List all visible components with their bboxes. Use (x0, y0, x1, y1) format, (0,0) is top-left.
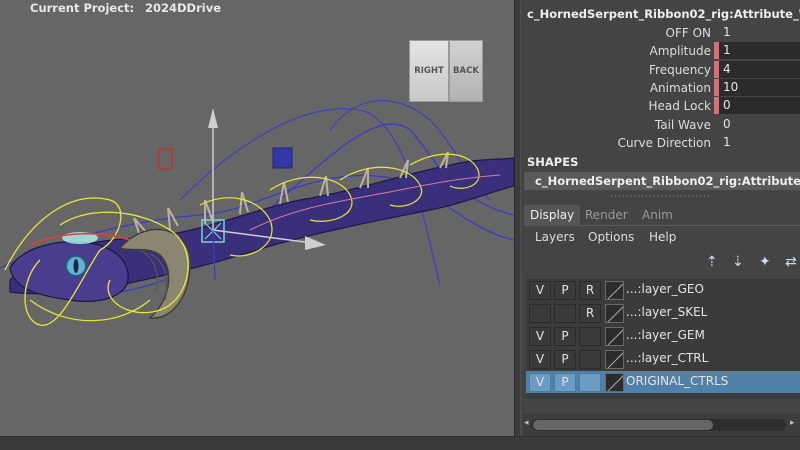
tab-display[interactable]: Display (524, 205, 581, 226)
new-layer-from-selection-icon[interactable]: ✦ (759, 254, 771, 270)
attr-value: 1 (723, 43, 731, 57)
manip-blue-handle (272, 147, 293, 169)
attr-label: Head Lock (648, 99, 711, 113)
layer-color-swatch[interactable] (605, 350, 624, 369)
move-layer-down-icon[interactable]: ⇣ (732, 254, 744, 270)
attr-value: 0 (723, 98, 731, 112)
menu-help[interactable]: Help (649, 230, 676, 244)
attr-value: 1 (723, 25, 731, 39)
playback-toggle[interactable]: P (554, 281, 576, 300)
layer-row[interactable]: V P ...:layer_CTRL (526, 348, 800, 370)
layer-editor-tabs: Display Render Anim (524, 205, 800, 226)
attr-field[interactable]: 1 (719, 42, 800, 59)
layer-name: ...:layer_CTRL (626, 351, 709, 365)
pane-resize-handle[interactable]: ·························· (521, 192, 800, 202)
playback-toggle[interactable]: P (554, 373, 576, 392)
attr-value: 10 (723, 80, 739, 94)
attr-row-tail-wave: Tail Wave 0 (521, 116, 800, 134)
layer-list-scrollbar[interactable]: ◂ ▸ (523, 414, 800, 436)
menu-options[interactable]: Options (588, 230, 634, 244)
attr-row-frequency: Frequency 4 (521, 61, 800, 79)
menu-layers[interactable]: Layers (535, 230, 575, 244)
visibility-toggle[interactable] (529, 304, 551, 323)
tab-render[interactable]: Render (579, 205, 634, 226)
layer-color-swatch[interactable] (605, 327, 624, 346)
layer-color-swatch[interactable] (605, 281, 624, 300)
panel-splitter[interactable] (514, 0, 521, 436)
visibility-toggle[interactable]: V (529, 373, 551, 392)
view-cube-back-face[interactable]: BACK (449, 40, 483, 102)
attr-label: Amplitude (649, 44, 712, 58)
current-project-value: 2024DDrive (145, 1, 222, 15)
reference-toggle[interactable]: R (579, 281, 601, 300)
shape-node-button[interactable]: c_HornedSerpent_Ribbon02_rig:Attribute_W… (524, 172, 800, 190)
viewport-hud: Current Project: 2024DDrive (0, 0, 514, 16)
maya-window: Current Project: 2024DDrive RIGHT BACK c… (0, 0, 800, 450)
attr-label: OFF ON (665, 26, 712, 40)
visibility-toggle[interactable]: V (529, 350, 551, 369)
reference-toggle[interactable] (579, 373, 601, 392)
new-layer-icon[interactable]: ⇄ (785, 254, 797, 270)
attr-value: 4 (723, 62, 731, 76)
attr-row-animation: Animation 10 (521, 79, 800, 97)
layer-name: ORIGINAL_CTRLS (626, 374, 729, 388)
attr-field[interactable]: 0 (719, 116, 800, 133)
view-cube-right-face[interactable]: RIGHT (409, 40, 449, 102)
3d-viewport[interactable]: Current Project: 2024DDrive RIGHT BACK (0, 0, 514, 436)
attr-row-head-lock: Head Lock 0 (521, 97, 800, 115)
tab-anim[interactable]: Anim (636, 205, 679, 226)
attr-label: Animation (649, 81, 711, 95)
playback-toggle[interactable]: P (554, 327, 576, 346)
attr-value: 1 (723, 135, 731, 149)
layer-name: ...:layer_SKEL (626, 305, 708, 319)
layer-row[interactable]: V P ...:layer_GEM (526, 325, 800, 347)
attr-row-amplitude: Amplitude 1 (521, 42, 800, 60)
playback-toggle[interactable]: P (554, 350, 576, 369)
attr-row-curve-direction: Curve Direction 1 (521, 134, 800, 152)
layer-row-selected[interactable]: V P ORIGINAL_CTRLS (526, 371, 800, 393)
layer-name: ...:layer_GEM (626, 328, 705, 342)
reference-toggle[interactable]: R (579, 304, 601, 323)
attr-label: Tail Wave (654, 118, 711, 132)
reference-toggle[interactable] (579, 327, 601, 346)
layer-color-swatch[interactable] (605, 373, 624, 392)
scroll-right-icon[interactable]: ▸ (790, 418, 795, 428)
attr-field[interactable]: 1 (719, 134, 800, 151)
attr-label: Frequency (649, 63, 711, 77)
attr-label: Curve Direction (617, 136, 711, 150)
attr-field[interactable]: 1 (719, 24, 800, 41)
attr-row-off-on: OFF ON 1 (521, 24, 800, 42)
layer-row[interactable]: R ...:layer_SKEL (526, 302, 800, 324)
attr-field[interactable]: 0 (719, 97, 800, 114)
move-layer-up-icon[interactable]: ⇡ (706, 254, 718, 270)
reference-toggle[interactable] (579, 350, 601, 369)
scrollbar-track[interactable] (531, 419, 786, 431)
layer-row[interactable]: V P R ...:layer_GEO (526, 279, 800, 301)
attr-field[interactable]: 4 (719, 61, 800, 78)
layer-editor-menubar: Layers Options Help (524, 229, 800, 249)
layer-toolbar: ⇡ ⇣ ✦ ⇄ (524, 254, 800, 272)
playback-toggle[interactable] (554, 304, 576, 323)
visibility-toggle[interactable]: V (529, 281, 551, 300)
attr-field[interactable]: 10 (719, 79, 800, 96)
layer-list: V P R ...:layer_GEO R ...:layer_SKEL V P… (526, 279, 800, 399)
current-project-label: Current Project: (30, 1, 135, 15)
layer-color-swatch[interactable] (605, 304, 624, 323)
shapes-section-header[interactable]: SHAPES (527, 155, 578, 169)
view-cube[interactable]: RIGHT BACK (409, 40, 483, 102)
scroll-left-icon[interactable]: ◂ (524, 418, 529, 428)
status-bar (0, 436, 800, 450)
scrollbar-thumb[interactable] (533, 420, 713, 430)
layer-name: ...:layer_GEO (626, 282, 704, 296)
attr-value: 0 (723, 117, 731, 131)
visibility-toggle[interactable]: V (529, 327, 551, 346)
right-panel: c_HornedSerpent_Ribbon02_rig:Attribute_W… (521, 0, 800, 436)
node-title: c_HornedSerpent_Ribbon02_rig:Attribute_W… (527, 7, 800, 21)
